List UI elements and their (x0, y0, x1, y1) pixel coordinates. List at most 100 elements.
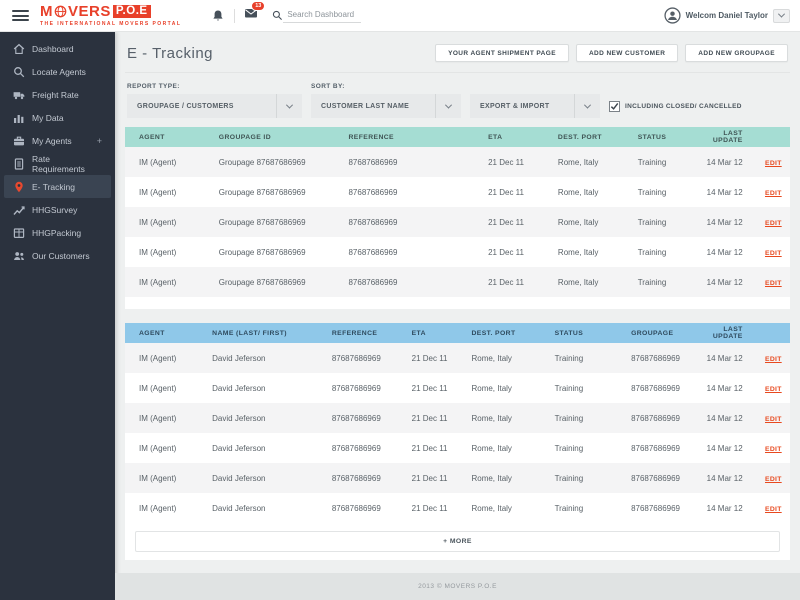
home-icon (13, 43, 25, 55)
table-cell: 87687686969 (334, 237, 474, 267)
page-footer: 2013 © MOVERS P.O.E (115, 573, 800, 600)
sidebar-item-e-tracking[interactable]: E- Tracking (4, 175, 111, 198)
sort-select-1[interactable]: CUSTOMER LAST NAME (311, 94, 461, 118)
user-menu-button[interactable] (773, 9, 790, 23)
table-cell: Training (541, 343, 617, 373)
column-header: REFERENCE (334, 127, 474, 147)
table-cell: IM (Agent) (125, 177, 205, 207)
groupage-table-card: AGENTGROUPAGE IDREFERENCEETADEST. PORTST… (125, 127, 790, 309)
table-cell: 21 Dec 11 (398, 343, 458, 373)
table-row: IM (Agent)David Jeferson8768768696921 De… (125, 463, 790, 493)
edit-link[interactable]: EDIT (765, 280, 782, 287)
sidebar-item-my-agents[interactable]: My Agents+ (4, 129, 111, 152)
table-cell: 14 Mar 12 (697, 237, 757, 267)
sidebar-item-hhgpacking[interactable]: HHGPacking (4, 221, 111, 244)
edit-link[interactable]: EDIT (765, 506, 782, 513)
table-cell: Training (541, 403, 617, 433)
table-cell: 21 Dec 11 (398, 433, 458, 463)
sidebar-item-dashboard[interactable]: Dashboard (4, 37, 111, 60)
edit-link[interactable]: EDIT (765, 250, 782, 257)
bell-icon[interactable] (211, 9, 225, 23)
search-icon (13, 66, 25, 78)
messages-button[interactable]: 13 (244, 6, 258, 25)
logo-text: VERS (68, 4, 111, 19)
table-cell: Training (624, 237, 697, 267)
edit-link[interactable]: EDIT (765, 416, 782, 423)
table-cell: David Jeferson (198, 403, 318, 433)
column-header: ETA (474, 127, 544, 147)
report-type-label: REPORT TYPE: (127, 83, 302, 90)
load-more-button[interactable]: + MORE (135, 531, 780, 552)
content-area: E - Tracking YOUR AGENT SHIPMENT PAGE ADD… (115, 32, 800, 600)
your-agent-shipment-page-button[interactable]: YOUR AGENT SHIPMENT PAGE (435, 44, 569, 62)
chevron-down-icon (276, 94, 302, 118)
table-cell: 87687686969 (617, 463, 703, 493)
chevron-down-icon (778, 11, 785, 18)
chevron-down-icon (574, 94, 600, 118)
edit-link[interactable]: EDIT (765, 190, 782, 197)
sidebar-item-our-customers[interactable]: Our Customers (4, 244, 111, 267)
report-type-select[interactable]: GROUPAGE / CUSTOMERS (127, 94, 302, 118)
menu-toggle-icon[interactable] (12, 8, 29, 24)
page-title: E - Tracking (127, 45, 213, 62)
edit-link[interactable]: EDIT (765, 446, 782, 453)
table-cell: 14 Mar 12 (697, 177, 757, 207)
table-row: IM (Agent)Groupage 876876869698768768696… (125, 177, 790, 207)
customers-table-card: AGENTNAME (LAST/ FIRST)REFERENCEETADEST.… (125, 323, 790, 560)
sidebar-item-rate-requirements[interactable]: Rate Requirements (4, 152, 111, 175)
table-cell: Training (624, 267, 697, 297)
edit-link[interactable]: EDIT (765, 160, 782, 167)
table-cell: 87687686969 (334, 177, 474, 207)
including-closed-checkbox[interactable]: INCLUDING CLOSED/ CANCELLED (609, 94, 742, 118)
document-icon (13, 158, 25, 170)
table-cell: 14 Mar 12 (704, 343, 757, 373)
table-cell: 14 Mar 12 (704, 433, 757, 463)
edit-link[interactable]: EDIT (765, 356, 782, 363)
column-header: AGENT (125, 127, 205, 147)
sidebar-item-hhgsurvey[interactable]: HHGSurvey (4, 198, 111, 221)
table-cell: 87687686969 (334, 147, 474, 177)
table-cell: IM (Agent) (125, 267, 205, 297)
sidebar-item-my-data[interactable]: My Data (4, 106, 111, 129)
column-header: STATUS (541, 323, 617, 343)
column-header: NAME (LAST/ FIRST) (198, 323, 318, 343)
table-cell: David Jeferson (198, 433, 318, 463)
column-header: ETA (398, 323, 458, 343)
edit-link[interactable]: EDIT (765, 220, 782, 227)
add-new-customer-button[interactable]: ADD NEW CUSTOMER (576, 44, 678, 62)
table-cell: IM (Agent) (125, 433, 198, 463)
notification-badge: 13 (251, 1, 265, 11)
logo-text: M (40, 4, 53, 19)
table-cell: 87687686969 (617, 433, 703, 463)
line-chart-icon (13, 204, 25, 216)
table-cell: 21 Dec 11 (474, 237, 544, 267)
sidebar: DashboardLocate AgentsFreight RateMy Dat… (0, 32, 115, 600)
table-cell: Rome, Italy (457, 373, 540, 403)
table-cell: David Jeferson (198, 343, 318, 373)
sidebar-item-locate-agents[interactable]: Locate Agents (4, 60, 111, 83)
add-new-groupage-button[interactable]: ADD NEW GROUPAGE (685, 44, 788, 62)
sidebar-item-freight-rate[interactable]: Freight Rate (4, 83, 111, 106)
table-cell: Training (624, 207, 697, 237)
app-header: M VERS P.O.E THE INTERNATIONAL MOVERS PO… (0, 0, 800, 32)
expand-plus-icon[interactable]: + (97, 136, 102, 146)
table-cell: Rome, Italy (544, 267, 624, 297)
edit-link[interactable]: EDIT (765, 476, 782, 483)
divider (234, 9, 235, 23)
table-cell: 14 Mar 12 (704, 463, 757, 493)
table-row: IM (Agent)David Jeferson8768768696921 De… (125, 493, 790, 523)
table-cell: 87687686969 (318, 433, 398, 463)
column-header: LAST UPDATE (697, 127, 757, 147)
search-input[interactable] (283, 8, 361, 23)
table-cell: IM (Agent) (125, 403, 198, 433)
column-header: REFERENCE (318, 323, 398, 343)
avatar-icon[interactable] (664, 7, 681, 24)
table-cell: 21 Dec 11 (398, 463, 458, 493)
column-header: STATUS (624, 127, 697, 147)
column-header: DEST. PORT (457, 323, 540, 343)
sort-select-2[interactable]: EXPORT & IMPORT (470, 94, 600, 118)
column-header: DEST. PORT (544, 127, 624, 147)
table-cell: 14 Mar 12 (697, 267, 757, 297)
table-cell: Rome, Italy (457, 343, 540, 373)
edit-link[interactable]: EDIT (765, 386, 782, 393)
